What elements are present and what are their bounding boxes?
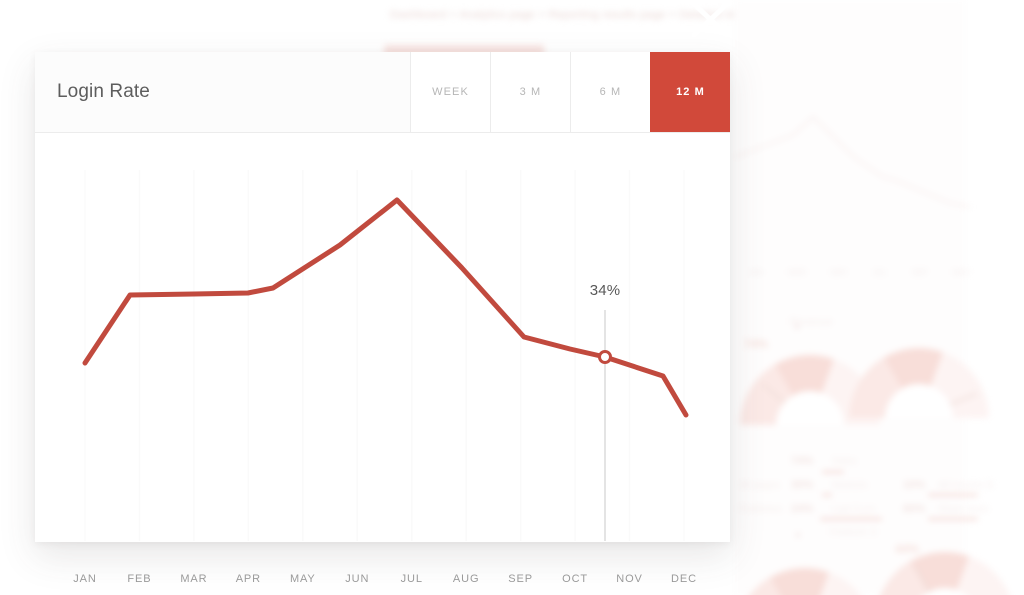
x-axis-labels: JAN FEB MAR APR MAY JUN JUL AUG SEP OCT NOV DEC xyxy=(35,573,730,591)
background-section-title: Revenue xyxy=(790,317,833,328)
x-axis-tick-jul: JUL xyxy=(400,573,423,585)
x-axis-tick-nov: NOV xyxy=(616,573,643,585)
x-axis-tick-oct: OCT xyxy=(562,573,589,585)
background-stat-bar xyxy=(820,518,882,520)
background-gauge-hub xyxy=(806,420,815,425)
background-stat-bar xyxy=(928,494,978,496)
background-gauge-value: 74% xyxy=(744,337,769,351)
background-stat-label: Sales xyxy=(832,456,858,467)
close-button[interactable] xyxy=(689,1,732,39)
background-axis-tick: MAR xyxy=(788,268,806,277)
background-stat-label: All income $ xyxy=(938,480,993,491)
tab-3m[interactable]: 3 M xyxy=(490,52,570,132)
tab-week[interactable]: WEEK xyxy=(410,52,490,132)
background-stat-value: 30% xyxy=(791,479,814,491)
background-gauge-hub xyxy=(915,413,924,418)
background-gauge-value: 44% xyxy=(895,542,920,556)
x-axis-tick-mar: MAR xyxy=(180,573,208,585)
background-gauge-needle xyxy=(761,383,811,425)
background-axis-tick: JAN xyxy=(748,268,764,277)
card-header: Login Rate WEEK 3 M 6 M 12 M xyxy=(35,52,730,133)
background-gauge xyxy=(875,552,1015,595)
background-feature-title: Feature 3 xyxy=(830,527,877,538)
background-stat-label: Share lines xyxy=(938,504,989,515)
login-rate-line-chart[interactable] xyxy=(35,133,730,541)
background-line-chart xyxy=(735,115,970,208)
background-stat-value: 24% xyxy=(791,503,814,515)
background-stat-value: 60% xyxy=(903,503,926,515)
x-axis-tick-dec: DEC xyxy=(671,573,697,585)
chart-area: 34% JAN FEB MAR APR MAY JUN JUL AUG SEP OCT NOV DEC xyxy=(35,133,730,585)
background-axis-tick: SEP xyxy=(911,268,928,277)
background-gauge-needle xyxy=(918,392,977,418)
x-axis-tick-may: MAY xyxy=(289,573,316,585)
background-breadcrumb: Dashboard > Analytics page > Reporting r… xyxy=(390,9,824,21)
background-stat-value: 74% xyxy=(791,455,814,467)
background-gauge xyxy=(740,355,880,425)
page-title: Login Rate xyxy=(35,52,410,132)
background-stat-bar xyxy=(928,518,978,520)
x-axis-tick-aug: AUG xyxy=(452,573,480,585)
x-axis-tick-sep: SEP xyxy=(508,573,533,585)
tab-6m[interactable]: 6 M xyxy=(570,52,650,132)
background-axis-tick: NOV xyxy=(952,268,970,277)
background-gauge-needle xyxy=(915,565,946,595)
background-stat-label: Publishes xyxy=(739,504,783,515)
background-axis-tick: MAY xyxy=(830,268,848,277)
background-right-panel xyxy=(735,0,965,595)
x-axis-tick-jan: JAN xyxy=(73,573,97,585)
login-rate-card: Login Rate WEEK 3 M 6 M 12 M 34% JAN FEB M… xyxy=(35,52,730,585)
background-gauge xyxy=(735,568,875,595)
background-bullet-dot xyxy=(795,325,799,329)
background-chart-axis: JAN MAR MAY JUL SEP NOV xyxy=(748,268,970,277)
background-stat-value: 10% xyxy=(903,479,926,491)
background-stat-label: All pages xyxy=(739,480,781,491)
background-axis-tick: JUL xyxy=(872,268,887,277)
x-axis-tick-jun: JUN xyxy=(345,573,370,585)
data-point-marker[interactable] xyxy=(598,350,612,364)
x-axis-tick-feb: FEB xyxy=(127,573,152,585)
range-tab-group: WEEK 3 M 6 M 12 M xyxy=(410,52,730,132)
background-stat-bar xyxy=(822,494,832,496)
tooltip-value-label: 34% xyxy=(589,282,621,299)
background-stat-label: Markets xyxy=(832,480,868,491)
background-stat-label: Last 3 yrs xyxy=(832,504,876,515)
background-bullet-dot xyxy=(796,533,800,537)
close-icon xyxy=(691,1,730,38)
tab-12m[interactable]: 12 M xyxy=(650,52,730,132)
data-line xyxy=(82,197,689,418)
background-stat-bar xyxy=(822,471,844,473)
x-axis-tick-apr: APR xyxy=(235,573,262,585)
background-breadcrumb-accent: Detailed stats xyxy=(753,9,825,21)
background-gauge xyxy=(849,348,989,418)
